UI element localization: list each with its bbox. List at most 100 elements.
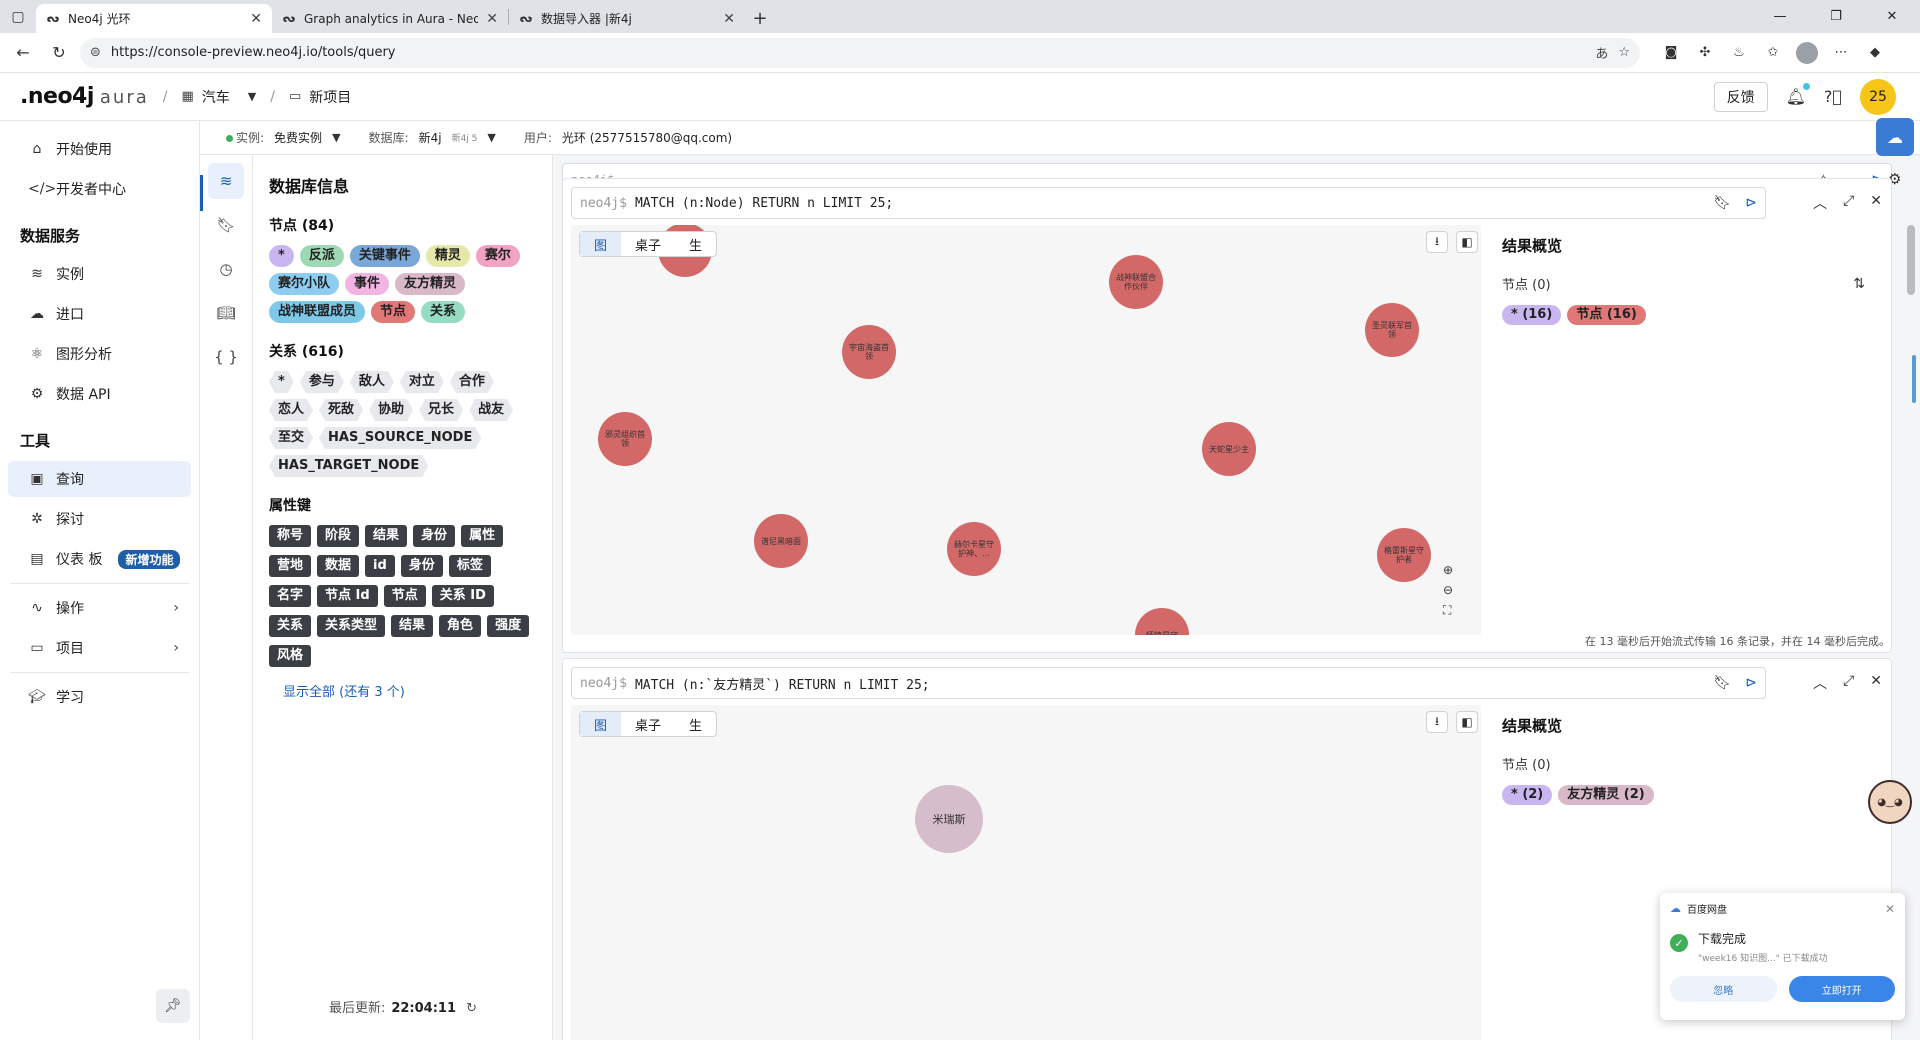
side-panel-icon[interactable]: ◧ — [1456, 711, 1478, 733]
relationship-type-chip[interactable]: 敌人 — [350, 371, 394, 393]
graph-node[interactable]: 格雷斯星守护者 — [1377, 528, 1431, 582]
sidebar-item-dev-center[interactable]: </> 开发者中心 — [8, 171, 191, 207]
sidebar-item-learn[interactable]: 🎓︎ 学习 — [8, 679, 191, 715]
result-query[interactable]: neo4j$ MATCH (n:Node) RETURN n LIMIT 25;… — [571, 187, 1766, 219]
relationship-type-chip[interactable]: 战友 — [469, 399, 513, 421]
rerun-icon[interactable]: ⊳ — [1745, 195, 1757, 211]
zoom-in-icon[interactable]: ⊕ — [1443, 563, 1453, 577]
property-key-chip[interactable]: 身份 — [400, 555, 443, 577]
site-info-icon[interactable]: ⊜ — [90, 45, 101, 60]
rerun-icon[interactable]: ⊳ — [1745, 675, 1757, 691]
relationship-type-chip[interactable]: 参与 — [300, 371, 344, 393]
pin-sidebar-icon[interactable]: 📌︎ — [156, 989, 190, 1023]
open-now-button[interactable]: 立即打开 — [1788, 976, 1895, 1002]
label-chip[interactable]: * (16) — [1502, 305, 1562, 325]
tab-graph[interactable]: 图 — [580, 712, 622, 736]
property-key-chip[interactable]: 关系 — [269, 615, 312, 637]
property-key-chip[interactable]: 营地 — [269, 555, 312, 577]
graph-node[interactable]: 宇宙海盗首领 — [842, 325, 896, 379]
node-label-chip[interactable]: 战神联盟成员 — [269, 301, 366, 323]
collapse-icon[interactable]: ︿ — [1813, 673, 1827, 693]
tab-close-icon[interactable]: ✕ — [723, 11, 735, 27]
sidebar-item-operations[interactable]: ∿ 操作 › — [8, 590, 191, 626]
relationship-type-chip[interactable]: HAS_TARGET_NODE — [269, 455, 428, 477]
close-icon[interactable]: ✕ — [1870, 193, 1882, 213]
tab-close-icon[interactable]: ✕ — [486, 11, 498, 27]
main-scrollbar[interactable] — [1907, 225, 1915, 295]
property-key-chip[interactable]: 节点 — [383, 585, 426, 607]
minimize-icon[interactable]: — — [1752, 0, 1808, 33]
sidebar-item-dashboards[interactable]: ▤ 仪表 板新增功能 — [8, 541, 191, 577]
sidebar-item-graph-analytics[interactable]: ⚛ 图形分析 — [8, 336, 191, 372]
back-icon[interactable]: ← — [8, 38, 38, 68]
saved-cypher-icon[interactable]: 🔖︎ — [208, 207, 244, 243]
sidebar-item-import[interactable]: ☁ 进口 — [8, 296, 191, 332]
relationship-type-chip[interactable]: 至交 — [269, 427, 313, 449]
node-label-chip[interactable]: 关系 — [421, 301, 466, 323]
graph-node[interactable]: 天蛇星少主 — [1202, 422, 1256, 476]
graph-node[interactable]: 圣灵联军首领 — [1365, 303, 1419, 357]
node-label-chip[interactable]: 赛尔 — [475, 245, 520, 267]
node-label-chip[interactable]: 友方精灵 — [395, 273, 466, 295]
property-key-chip[interactable]: 数据 — [317, 555, 360, 577]
label-chip[interactable]: * (2) — [1502, 785, 1553, 805]
refresh-icon[interactable]: ↻ — [466, 1001, 477, 1016]
neo4j-logo[interactable]: .neo4j aura — [20, 84, 149, 109]
property-key-chip[interactable]: 风格 — [269, 645, 312, 667]
close-icon[interactable]: ✕ — [1885, 902, 1895, 916]
tab-raw[interactable]: 生 — [675, 232, 716, 256]
tab-actions-icon[interactable]: ▢ — [0, 0, 36, 33]
parameters-braces-icon[interactable]: { } — [208, 339, 244, 375]
relationship-type-chip[interactable]: 对立 — [400, 371, 444, 393]
sidebar-item-query[interactable]: ▣ 查询 — [8, 461, 191, 497]
performance-icon[interactable]: ♨ — [1724, 38, 1754, 68]
extension-icon[interactable]: ◙ — [1656, 38, 1686, 68]
refresh-icon[interactable]: ↻ — [44, 38, 74, 68]
url-text[interactable]: https://console-preview.neo4j.io/tools/q… — [111, 45, 1585, 60]
property-key-chip[interactable]: 结果 — [365, 525, 408, 547]
zoom-out-icon[interactable]: ⊖ — [1443, 583, 1453, 597]
copilot-icon[interactable]: ◆ — [1860, 38, 1890, 68]
puzzle-icon[interactable]: ✣ — [1690, 38, 1720, 68]
collapse-icon[interactable]: ︿ — [1813, 193, 1827, 213]
property-key-chip[interactable]: 角色 — [439, 615, 482, 637]
download-icon[interactable]: ⭳ — [1426, 231, 1448, 253]
close-icon[interactable]: ✕ — [1870, 673, 1882, 693]
property-key-chip[interactable]: id — [365, 555, 395, 577]
graph-node[interactable]: 战神联盟合作伙伴 — [1109, 255, 1163, 309]
node-label-chip[interactable]: * — [269, 245, 294, 267]
relationship-type-chip[interactable]: 死敌 — [319, 399, 363, 421]
property-key-chip[interactable]: 关系类型 — [317, 615, 386, 637]
property-key-chip[interactable]: 阶段 — [317, 525, 360, 547]
graph-node[interactable]: 米瑞斯 — [915, 785, 983, 853]
database-selector[interactable]: 新4j — [419, 129, 442, 146]
chevron-down-icon[interactable]: ▼ — [487, 131, 495, 144]
graph-visualization[interactable]: 图 桌子 生 ⭳ ◧ ⊕ ⊖ ⛶ 小队成员 战神联盟合作伙伴 宇宙海盗首领 圣灵… — [571, 225, 1481, 635]
bookmark-icon[interactable]: 🔖︎ — [1713, 675, 1731, 691]
database-info-icon[interactable]: ≋ — [208, 163, 244, 199]
favorites-icon[interactable]: ✩ — [1758, 38, 1788, 68]
history-icon[interactable]: ◷ — [208, 251, 244, 287]
tab-table[interactable]: 桌子 — [621, 232, 675, 256]
label-chip[interactable]: 友方精灵 (2) — [1558, 785, 1654, 805]
profile-icon[interactable] — [1792, 38, 1822, 68]
node-label-chip[interactable]: 反派 — [299, 245, 344, 267]
sidebar-item-explore[interactable]: ✲ 探讨 — [8, 501, 191, 537]
relationship-type-chip[interactable]: 合作 — [450, 371, 494, 393]
favorite-star-icon[interactable]: ☆ — [1618, 45, 1630, 60]
translate-icon[interactable]: あ — [1595, 43, 1608, 62]
property-key-chip[interactable]: 结果 — [391, 615, 434, 637]
omnibox[interactable]: ⊜ https://console-preview.neo4j.io/tools… — [80, 37, 1640, 68]
sidebar-item-projects[interactable]: ▭ 项目 › — [8, 630, 191, 666]
feedback-button[interactable]: 反馈 — [1713, 81, 1768, 112]
sidebar-item-get-started[interactable]: ⌂ 开始使用 — [8, 131, 191, 167]
user-avatar[interactable]: 25 — [1860, 78, 1896, 115]
restore-icon[interactable]: ❐ — [1808, 0, 1864, 33]
assistant-avatar-icon[interactable]: ◕‿◕ — [1868, 780, 1912, 824]
sidebar-item-data-api[interactable]: ⚙ 数据 API — [8, 376, 191, 412]
close-window-icon[interactable]: ✕ — [1864, 0, 1920, 33]
download-icon[interactable]: ⭳ — [1426, 711, 1448, 733]
more-menu-icon[interactable]: ⋯ — [1826, 38, 1856, 68]
property-key-chip[interactable]: 属性 — [461, 525, 504, 547]
show-all-link[interactable]: 显示全部 (还有 3 个) — [283, 681, 538, 700]
